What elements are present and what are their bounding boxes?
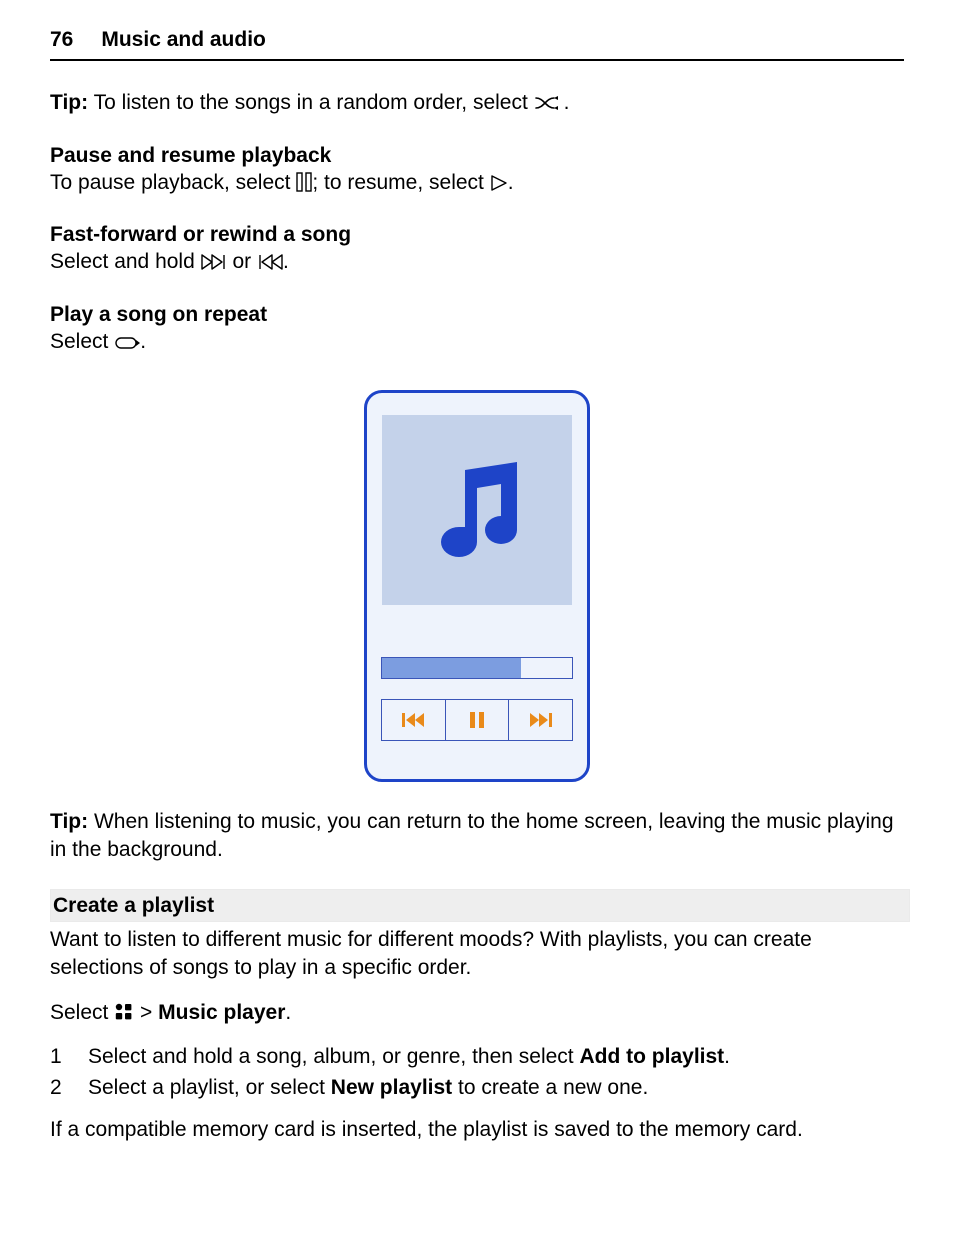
progress-fill [382,658,521,678]
ff-heading: Fast-forward or rewind a song [50,221,904,248]
next-button[interactable] [509,700,572,740]
pause-icon [296,172,312,199]
section-title: Music and audio [101,26,266,53]
previous-button[interactable] [382,700,446,740]
page-number: 76 [50,26,73,53]
ff-before: Select and hold [50,250,201,273]
tip-background-text: When listening to music, you can return … [50,810,894,860]
repeat-before: Select [50,330,114,353]
create-playlist-heading: Create a playlist [50,889,910,922]
tip-background: Tip: When listening to music, you can re… [50,808,904,863]
skip-forward-icon [528,711,554,729]
pause-resume-mid: ; to resume, select [312,171,489,194]
tip-label: Tip: [50,91,88,114]
step-2-strong: New playlist [331,1076,452,1099]
play-icon [490,172,508,199]
repeat-heading: Play a song on repeat [50,301,904,328]
select-strong: Music player [158,1001,285,1024]
tip-shuffle-before: To listen to the songs in a random order… [88,91,534,114]
pause-resume-heading: Pause and resume playback [50,142,904,169]
pause-resume-before: To pause playback, select [50,171,296,194]
pause-resume-body: To pause playback, select ; to resume, s… [50,169,904,199]
step-1-after: . [724,1045,730,1068]
tip-label: Tip: [50,810,88,833]
rewind-icon [257,251,283,278]
step-2-text: Select a playlist, or select New playlis… [88,1074,648,1101]
repeat-icon [114,331,140,358]
shuffle-icon [534,92,564,119]
tip-shuffle-after: . [564,91,570,114]
step-1-text: Select and hold a song, album, or genre,… [88,1043,730,1070]
fast-forward-icon [201,251,227,278]
ff-mid: or [227,250,257,273]
select-after: . [285,1001,291,1024]
player-controls [381,699,573,741]
progress-bar [381,657,573,679]
repeat-body: Select . [50,328,904,358]
repeat-after: . [140,330,146,353]
playlist-steps: 1 Select and hold a song, album, or genr… [50,1043,904,1102]
step-1-before: Select and hold a song, album, or genre,… [88,1045,579,1068]
music-player-device [364,390,590,782]
apps-grid-icon [114,1002,134,1029]
step-1-strong: Add to playlist [579,1045,724,1068]
tip-shuffle: Tip: To listen to the songs in a random … [50,89,904,119]
select-music-player-line: Select > Music player. [50,999,904,1029]
step-1-num: 1 [50,1043,68,1070]
step-1: 1 Select and hold a song, album, or genr… [50,1043,904,1070]
page-header: 76 Music and audio [50,26,904,61]
music-note-icon [417,450,537,570]
player-illustration [50,390,904,782]
select-chevron: > [134,1001,158,1024]
step-2-num: 2 [50,1074,68,1101]
page: 76 Music and audio Tip: To listen to the… [0,0,954,1258]
select-before: Select [50,1001,114,1024]
pause-resume-after: . [508,171,514,194]
step-2: 2 Select a playlist, or select New playl… [50,1074,904,1101]
create-playlist-intro: Want to listen to different music for di… [50,926,904,981]
step-2-before: Select a playlist, or select [88,1076,331,1099]
pause-icon [468,711,486,729]
step-2-after: to create a new one. [452,1076,648,1099]
pause-button[interactable] [446,700,510,740]
skip-back-icon [400,711,426,729]
album-art [382,415,572,605]
ff-body: Select and hold or . [50,248,904,278]
playlist-footnote: If a compatible memory card is inserted,… [50,1116,904,1143]
ff-after: . [283,250,289,273]
